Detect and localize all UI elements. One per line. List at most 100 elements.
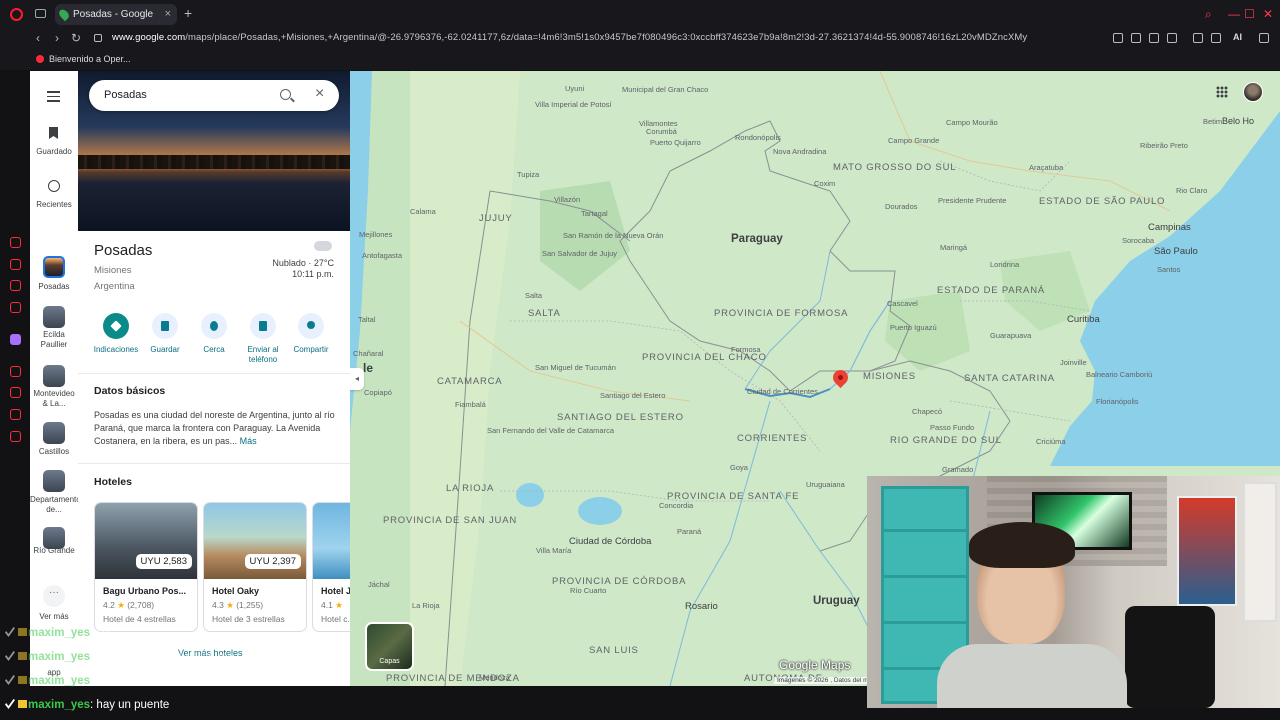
menu-hamburger-icon[interactable]	[47, 91, 60, 105]
ai-button[interactable]: AI	[1233, 32, 1242, 42]
google-maps-logo: Google Maps	[779, 658, 851, 672]
recent-label-rio-grande[interactable]: Río Grande	[30, 546, 78, 556]
bookmarks-bar: Bienvenido a Oper...	[0, 49, 1280, 70]
opera-bookmark-icon	[36, 55, 44, 63]
profile-icon[interactable]	[1193, 33, 1203, 43]
hotel-name: Hotel Oaky	[212, 586, 260, 596]
minimize-icon[interactable]: —	[1228, 7, 1240, 21]
aria-icon[interactable]	[10, 237, 21, 248]
recent-label-castillos[interactable]: Castillos	[30, 447, 78, 457]
place-title: Posadas	[94, 242, 153, 259]
hotel-class: Hotel de 3 estrellas	[212, 614, 285, 624]
wall-poster	[1243, 482, 1277, 622]
directions-button[interactable]: Indicaciones	[88, 313, 144, 355]
share-icon	[307, 321, 315, 329]
extensions-icon[interactable]	[10, 409, 21, 420]
map-label-paraguay: Paraguay	[731, 233, 783, 245]
hotel-rating: 4.3 ★ (1,255)	[212, 600, 264, 610]
heart-icon[interactable]	[1167, 33, 1177, 43]
verified-icon	[5, 675, 15, 685]
menu-icon[interactable]	[1259, 33, 1269, 43]
forward-icon[interactable]: ›	[55, 31, 59, 45]
snapshot-icon[interactable]	[1113, 33, 1123, 43]
crown-icon	[18, 628, 27, 636]
nearby-icon	[210, 321, 218, 331]
hotel-card[interactable]: Hotel J... 4.1 ★ Hotel c...	[312, 502, 350, 632]
saved-label[interactable]: Guardado	[30, 147, 78, 157]
account-avatar[interactable]	[1243, 82, 1263, 102]
play-icon[interactable]	[1149, 33, 1159, 43]
bookmark-icon	[161, 321, 169, 331]
recent-thumb-ecilda[interactable]	[43, 306, 65, 328]
twitch-icon[interactable]	[10, 334, 21, 345]
recent-thumb-castillos[interactable]	[43, 422, 65, 444]
recent-thumb-montevideo[interactable]	[43, 365, 65, 387]
saved-icon[interactable]	[49, 127, 58, 139]
shopping-icon[interactable]	[10, 259, 21, 270]
more-link[interactable]: Más	[240, 436, 257, 446]
recent-label-departamento[interactable]: Departamento de...	[30, 495, 81, 515]
url-field[interactable]: www.google.com/maps/place/Posadas,+Misio…	[112, 32, 1027, 43]
back-icon[interactable]: ‹	[36, 31, 40, 45]
chat-message: maxim_yes: hay un puente	[0, 699, 169, 711]
lock-icon[interactable]	[94, 34, 102, 42]
weather-condition: Nublado · 27°C	[272, 258, 334, 268]
place-country: Argentina	[94, 281, 135, 292]
download-icon[interactable]	[1211, 33, 1221, 43]
wall-poster	[1177, 496, 1237, 606]
recent-thumb-departamento[interactable]	[43, 470, 65, 492]
google-apps-icon[interactable]	[1216, 86, 1228, 98]
maps-favicon-icon	[57, 7, 71, 22]
player-icon[interactable]	[10, 366, 21, 377]
messenger-icon[interactable]	[10, 280, 21, 291]
more-dots-icon[interactable]: ···	[43, 585, 65, 607]
opera-logo-icon[interactable]	[10, 8, 23, 21]
address-bar-row: ‹ › ↻ www.google.com/maps/place/Posadas,…	[0, 29, 1280, 49]
recents-label[interactable]: Recientes	[30, 200, 78, 210]
hotel-card[interactable]: UYU 2,397 Hotel Oaky 4.3 ★ (1,255) Hotel…	[203, 502, 307, 632]
opera-sidebar	[0, 70, 30, 720]
recent-label-ecilda[interactable]: Ecilda Paullier	[30, 330, 78, 350]
verified-icon	[5, 699, 15, 709]
new-tab-icon[interactable]: +	[184, 5, 192, 21]
browser-tab-bar: Posadas - Google Maps × + ⌕ — ☐ ✕	[0, 0, 1280, 41]
hotel-class: Hotel de 4 estrellas	[103, 614, 176, 624]
workspaces-icon[interactable]	[35, 9, 46, 18]
history-icon[interactable]	[10, 387, 21, 398]
cloud-icon	[314, 241, 332, 251]
verified-icon	[5, 651, 15, 661]
verified-icon	[5, 627, 15, 637]
settings-icon[interactable]	[10, 431, 21, 442]
see-more-label[interactable]: Ver más	[30, 612, 78, 622]
crown-icon	[18, 700, 27, 708]
clear-search-icon[interactable]: ×	[315, 85, 324, 103]
recent-label-montevideo[interactable]: Montevideo & La...	[30, 389, 78, 409]
search-tabs-icon[interactable]: ⌕	[1205, 7, 1212, 22]
chat-message: maxim_yes: en tren me voy a paraguay	[0, 651, 233, 663]
nearby-button[interactable]: Cerca	[186, 313, 242, 355]
recent-label-posadas[interactable]: Posadas	[30, 282, 78, 292]
bookmark-item[interactable]: Bienvenido a Oper...	[49, 54, 131, 64]
screen: Posadas - Google Maps × + ⌕ — ☐ ✕ ‹ › ↻ …	[0, 0, 1280, 720]
maximize-icon[interactable]: ☐	[1244, 7, 1255, 21]
hotel-card[interactable]: UYU 2,583 Bagu Urbano Pos... 4.2 ★ (2,70…	[94, 502, 198, 632]
search-icon[interactable]	[280, 89, 291, 100]
close-window-icon[interactable]: ✕	[1263, 7, 1273, 21]
layers-button[interactable]: Capas	[365, 622, 414, 671]
webcam-overlay	[867, 476, 1280, 708]
search-input[interactable]: Posadas	[104, 89, 147, 101]
share-button[interactable]: Compartir	[283, 313, 339, 355]
gaming-chair	[1125, 606, 1215, 708]
close-tab-icon[interactable]: ×	[165, 4, 171, 25]
browser-tab[interactable]: Posadas - Google Maps ×	[55, 4, 177, 41]
gmail-icon[interactable]	[10, 302, 21, 313]
search-box[interactable]: Posadas ×	[89, 80, 339, 111]
save-button[interactable]: Guardar	[137, 313, 193, 355]
recent-thumb-posadas[interactable]	[43, 256, 65, 278]
collapse-panel-button[interactable]: ◂	[350, 368, 364, 390]
pip-icon[interactable]	[1131, 33, 1141, 43]
map-attribution[interactable]: Imágenes © 2026 , Datos del m...	[774, 677, 877, 684]
directions-icon	[110, 320, 122, 332]
reload-icon[interactable]: ↻	[71, 31, 81, 45]
recents-icon[interactable]	[48, 180, 60, 192]
